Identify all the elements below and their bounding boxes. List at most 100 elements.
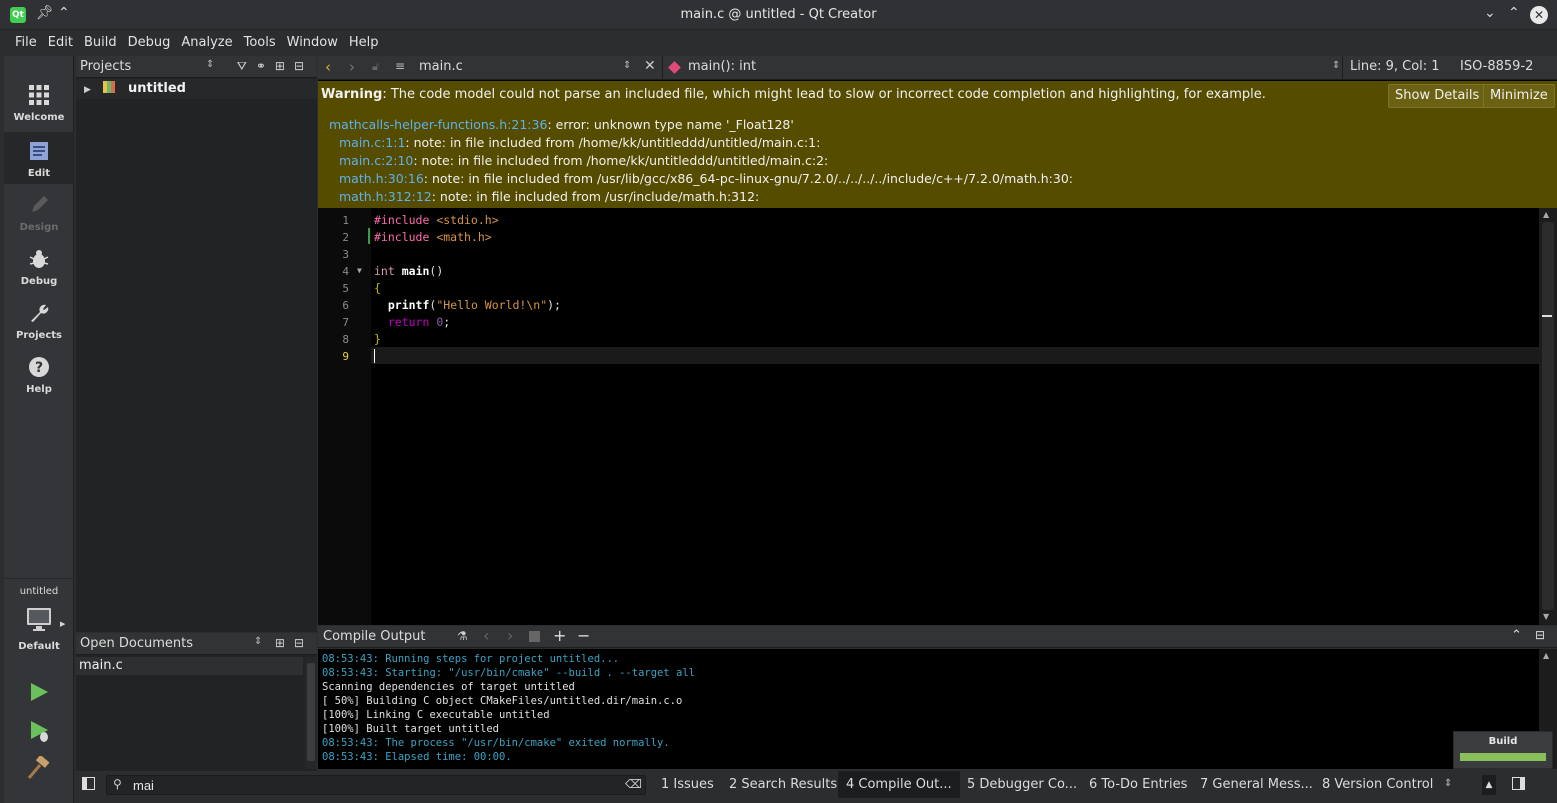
menu-edit[interactable]: Edit <box>44 31 77 50</box>
line-number: 7 <box>342 316 349 329</box>
run-icon[interactable] <box>28 681 50 703</box>
warning-label: Warning <box>321 87 383 102</box>
mode-design[interactable]: Design <box>4 186 74 238</box>
output-line: Scanning dependencies of target untitled <box>322 681 575 693</box>
menu-window[interactable]: Window <box>283 31 342 50</box>
diagnostic-link[interactable]: math.h:312:12 <box>339 189 432 204</box>
file-icon: ≡ <box>395 59 406 73</box>
maximize-window-icon[interactable]: ⌃ <box>1508 5 1520 21</box>
project-name: untitled <box>127 81 186 96</box>
toggle-right-sidebar-icon[interactable] <box>1512 777 1525 790</box>
close-document-icon[interactable]: ✕ <box>644 58 656 74</box>
build-progress[interactable]: Build <box>1453 731 1553 769</box>
close-pane-icon[interactable]: ⊟ <box>294 59 313 73</box>
filter-icon[interactable]: ⛛ <box>237 59 256 73</box>
next-item-icon[interactable]: › <box>507 626 513 645</box>
zoom-out-icon[interactable]: − <box>577 626 590 645</box>
diagnostic-link[interactable]: mathcalls-helper-functions.h:21:36 <box>329 117 547 132</box>
tab-todo-entries[interactable]: 6 To-Do Entries <box>1089 777 1187 792</box>
document-selector[interactable]: main.c <box>419 59 463 74</box>
mode-welcome[interactable]: Welcome <box>4 76 74 128</box>
close-output-icon[interactable]: ⊟ <box>1535 628 1545 642</box>
diagnostic-text: : note: in file included from /home/kk/u… <box>405 135 821 150</box>
file-encoding[interactable]: ISO-8859-2 <box>1460 59 1533 74</box>
tab-issues[interactable]: 1 Issues <box>661 777 714 792</box>
filter-output-icon[interactable]: ⚗ <box>457 629 468 643</box>
split-icon[interactable]: ⊞ <box>275 636 294 650</box>
locator-input[interactable] <box>133 777 613 793</box>
line-number: 2 <box>342 231 349 244</box>
kit-selector-monitor-icon[interactable] <box>26 606 52 632</box>
zoom-in-icon[interactable]: + <box>553 626 566 645</box>
more-tabs-arrows-icon[interactable]: ⇕ <box>1444 778 1452 789</box>
debug-run-icon[interactable] <box>28 719 52 743</box>
diagnostic-link[interactable]: math.h:30:16 <box>339 171 424 186</box>
show-details-button[interactable]: Show Details <box>1388 84 1487 108</box>
tab-general-messages[interactable]: 7 General Mess... <box>1200 777 1313 792</box>
diagnostic-link[interactable]: main.c:1:1 <box>339 135 405 150</box>
scroll-up-icon[interactable]: ▲ <box>1543 210 1549 219</box>
mode-debug[interactable]: Debug <box>4 240 74 292</box>
symbol-selector[interactable]: main(): int <box>688 59 756 74</box>
code-line: #include <math.h> <box>374 230 492 244</box>
tab-debugger-console[interactable]: 5 Debugger Co... <box>967 777 1077 792</box>
code-editor[interactable]: #include <stdio.h> #include <math.h> int… <box>371 208 1539 625</box>
open-documents-scrollbar[interactable] <box>305 657 317 769</box>
cursor-position[interactable]: Line: 9, Col: 1 <box>1350 59 1440 74</box>
open-documents-header-tools: ⊞⊟ <box>275 636 313 650</box>
menu-tools[interactable]: Tools <box>240 31 280 50</box>
line-number: 5 <box>342 282 349 295</box>
close-pane-icon[interactable]: ⊟ <box>294 636 313 650</box>
line-number: 6 <box>342 299 349 312</box>
menu-build[interactable]: Build <box>80 31 121 50</box>
build-hammer-icon[interactable] <box>26 756 52 780</box>
mode-edit[interactable]: Edit <box>4 132 74 184</box>
previous-item-icon[interactable]: ‹ <box>483 626 489 645</box>
document-selector-arrows-icon[interactable]: ⇕ <box>623 60 631 71</box>
diagnostic-text: : note: in file included from /home/kk/u… <box>413 153 829 168</box>
menu-analyze[interactable]: Analyze <box>177 31 236 50</box>
navigate-forward-icon[interactable]: › <box>349 58 355 76</box>
wrench-icon <box>31 304 49 322</box>
view-selector-arrows-icon[interactable]: ⇕ <box>206 59 214 70</box>
projects-view-selector[interactable]: Projects <box>80 59 131 74</box>
split-icon[interactable]: ⊞ <box>275 59 294 73</box>
help-icon: ? <box>29 357 49 377</box>
toggle-progress-icon[interactable]: ▲ <box>1482 775 1496 795</box>
link-icon[interactable]: ⚭ <box>256 59 275 73</box>
scroll-up-icon[interactable]: ▲ <box>1543 651 1549 660</box>
stop-icon[interactable] <box>529 631 540 642</box>
fold-arrow-icon[interactable]: ▼ <box>357 266 362 275</box>
line-number: 1 <box>342 214 349 227</box>
cmake-project-icon <box>103 81 116 93</box>
tree-item-untitled[interactable]: ▶ untitled <box>76 79 317 99</box>
editor-scrollbar[interactable]: ▲ ▼ <box>1539 208 1557 625</box>
navigate-back-icon[interactable]: ‹ <box>325 58 331 76</box>
mode-projects[interactable]: Projects <box>4 294 74 346</box>
menu-help[interactable]: Help <box>345 31 383 50</box>
symbol-selector-arrows-icon[interactable]: ⇕ <box>1332 60 1340 71</box>
mode-help[interactable]: ? Help <box>4 348 74 400</box>
expand-arrow-icon[interactable]: ▶ <box>84 85 91 95</box>
close-window-icon[interactable]: ✕ <box>1530 6 1548 24</box>
tab-version-control[interactable]: 8 Version Control <box>1322 777 1433 792</box>
toggle-sidebar-icon[interactable] <box>82 777 95 790</box>
menu-bar: File Edit Build Debug Analyze Tools Window Help <box>0 31 1557 55</box>
view-selector-arrows-icon[interactable]: ⇕ <box>254 636 262 647</box>
open-document-item[interactable]: main.c <box>76 657 303 675</box>
scroll-down-icon[interactable]: ▼ <box>1543 612 1549 621</box>
open-documents-view-selector[interactable]: Open Documents <box>80 636 193 651</box>
clear-input-icon[interactable]: ⌫ <box>625 777 642 791</box>
diagnostic-link[interactable]: main.c:2:10 <box>339 153 413 168</box>
menu-debug[interactable]: Debug <box>124 31 175 50</box>
menu-file[interactable]: File <box>11 31 41 50</box>
maximize-output-icon[interactable]: ⌃ <box>1511 628 1522 643</box>
compile-output[interactable]: 08:53:43: Running steps for project unti… <box>318 649 1539 769</box>
output-line: [ 50%] Building C object CMakeFiles/unti… <box>322 695 683 707</box>
lock-icon[interactable]: 🔓︎ <box>372 60 379 74</box>
tab-search-results[interactable]: 2 Search Results <box>729 777 837 792</box>
tab-compile-output[interactable]: 4 Compile Out... <box>838 771 960 798</box>
minimize-button[interactable]: Minimize <box>1483 84 1555 108</box>
output-line: 08:53:43: Starting: "/usr/bin/cmake" --b… <box>322 667 695 679</box>
minimize-window-icon[interactable]: ⌄ <box>1484 5 1496 21</box>
